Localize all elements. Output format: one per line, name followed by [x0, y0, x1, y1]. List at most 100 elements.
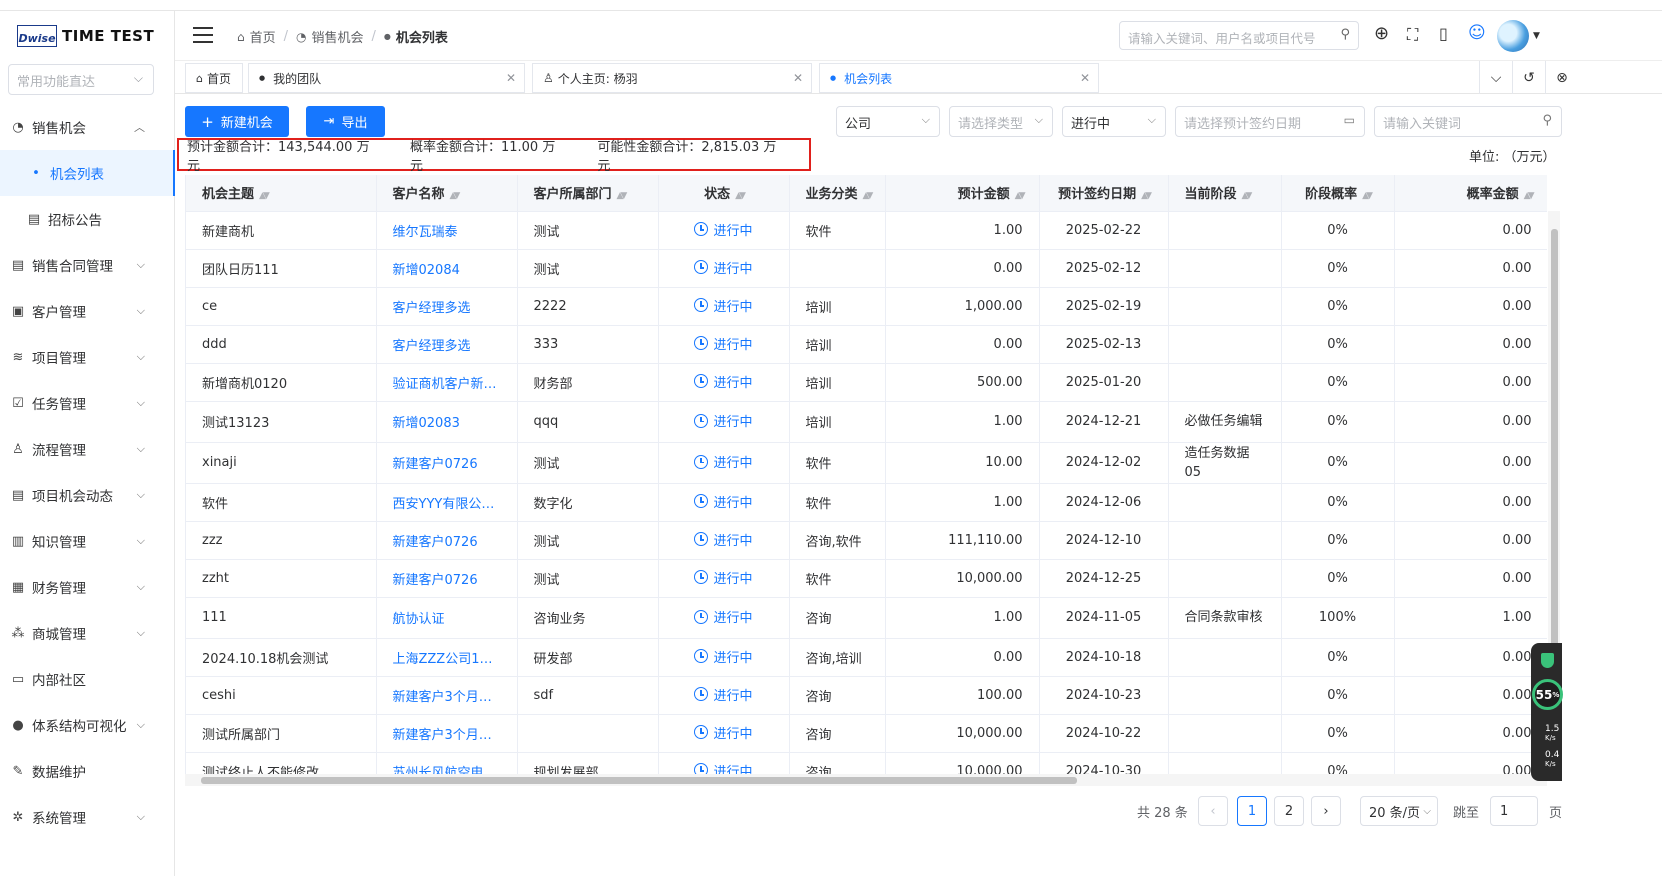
sidebar-item[interactable]: ✎ 数据维护	[0, 748, 175, 794]
caret-down-icon[interactable]: ▼	[1533, 31, 1540, 41]
sidebar-item[interactable]: ▭ 内部社区	[0, 656, 175, 702]
sidebar-item[interactable]: • 机会列表	[0, 150, 175, 196]
table-row[interactable]: zzz 新建客户0726 测试 进行中 咨询,软件 111,110.00 2024-12-1…	[186, 521, 1547, 560]
sort-icon[interactable]: ▲▼	[617, 191, 628, 201]
sidebar-item[interactable]: ▤ 项目机会动态 ⌵	[0, 472, 175, 518]
customer-link[interactable]: 上海ZZZ公司1…	[376, 638, 518, 677]
sort-icon[interactable]: ▲▼	[1242, 191, 1253, 201]
tab-personal-home[interactable]: ♙ 个人主页: 杨羽 ✕	[532, 63, 812, 93]
sidebar-item[interactable]: ◔ 销售机会 ︿	[0, 104, 175, 150]
table-row[interactable]: ce 客户经理多选 2222 进行中 培训 1,000.00 2025-02-19 0% 0.0…	[186, 287, 1547, 326]
sidebar-item[interactable]: ≋ 项目管理 ⌵	[0, 334, 175, 380]
table-row[interactable]: 团队日历111 新增02084 测试 进行中 0.00 2025-02-12 0% 0.00	[186, 249, 1547, 288]
table-row[interactable]: 测试13123 新增02083 qqq 进行中 培训 1.00 2024-12-21 必做任务…	[186, 401, 1547, 443]
customer-link[interactable]: 苏州长风航空电…	[376, 752, 518, 776]
sidebar-item[interactable]: ☑ 任务管理 ⌵	[0, 380, 175, 426]
sort-icon[interactable]: ▲▼	[1524, 191, 1535, 201]
prev-page-icon[interactable]: ‹	[1198, 796, 1228, 826]
customer-link[interactable]: 客户经理多选	[376, 325, 518, 364]
sort-icon[interactable]: ▲▼	[1141, 191, 1152, 201]
sort-icon[interactable]: ▲▼	[1362, 191, 1373, 201]
sidebar-item[interactable]: ✲ 系统管理 ⌵	[0, 794, 175, 840]
customer-link[interactable]: 新建客户3个月…	[376, 676, 518, 715]
table-row[interactable]: zzht 新建客户0726 测试 进行中 软件 10,000.00 2024-12-25 0%…	[186, 559, 1547, 598]
customer-link[interactable]: 新建客户0726	[376, 442, 518, 484]
sign-date-picker[interactable]: 请选择预计签约日期 ▭	[1175, 106, 1365, 137]
chevron-down-icon[interactable]: ⌵	[1479, 61, 1512, 94]
table-row[interactable]: ceshi 新建客户3个月… sdf 进行中 咨询 100.00 2024-10-23 0% 0…	[186, 676, 1547, 715]
customer-link[interactable]: 新建客户0726	[376, 559, 518, 598]
search-icon[interactable]: ⚲	[1340, 27, 1350, 42]
column-header[interactable]: 机会主题 ▲▼	[186, 175, 377, 212]
customer-link[interactable]: 新增02084	[376, 249, 518, 288]
column-header[interactable]: 预计金额 ▲▼	[885, 175, 1040, 212]
column-header[interactable]: 概率金额 ▲▼	[1394, 175, 1547, 212]
sort-icon[interactable]: ▲▼	[259, 191, 270, 201]
sort-icon[interactable]: ▲▼	[450, 191, 461, 201]
customer-link[interactable]: 客户经理多选	[376, 287, 518, 326]
column-header[interactable]: 客户所属部门 ▲▼	[517, 175, 659, 212]
keyword-input[interactable]: 请输入关键词 ⚲	[1374, 106, 1562, 137]
table-row[interactable]: 111 航协认证 咨询业务 进行中 咨询 1.00 2024-11-05 合同条款审核 100%…	[186, 597, 1547, 639]
avatar[interactable]	[1497, 20, 1529, 52]
table-row[interactable]: 测试所属部门 新建客户3个月… 进行中 咨询 10,000.00 2024-10-22 0%…	[186, 714, 1547, 753]
export-button[interactable]: ⇥ 导出	[306, 106, 385, 137]
customer-link[interactable]: 新增02083	[376, 401, 518, 443]
network-monitor-widget[interactable]: 55% 1.5 K/s 0.4 K/s	[1531, 643, 1563, 781]
table-row[interactable]: 新建商机 维尔瓦瑞泰 测试 进行中 软件 1.00 2025-02-22 0% 0.00	[186, 211, 1547, 250]
new-opportunity-button[interactable]: + 新建机会	[185, 106, 289, 137]
close-icon[interactable]: ✕	[1080, 71, 1090, 85]
sidebar-item[interactable]: ▥ 知识管理 ⌵	[0, 518, 175, 564]
menu-toggle-icon[interactable]	[193, 27, 213, 43]
company-select[interactable]: 公司 ⌵	[836, 106, 940, 137]
table-row[interactable]: 软件 西安YYY有限公… 数字化 进行中 软件 1.00 2024-12-06 0% 0.00	[186, 483, 1547, 522]
tab-my-team[interactable]: ● 我的团队 ✕	[248, 63, 525, 93]
table-row[interactable]: ddd 客户经理多选 333 进行中 培训 0.00 2025-02-13 0% 0.00	[186, 325, 1547, 364]
sidebar-item[interactable]: ▦ 财务管理 ⌵	[0, 564, 175, 610]
close-circle-icon[interactable]: ⊗	[1545, 61, 1578, 94]
breadcrumb-home[interactable]: 首页	[250, 27, 276, 46]
table-row[interactable]: 2024.10.18机会测试 上海ZZZ公司1… 研发部 进行中 咨询,培训 0.00 20…	[186, 638, 1547, 677]
page-1[interactable]: 1	[1237, 796, 1267, 826]
column-header[interactable]: 状态 ▲▼	[658, 175, 790, 212]
horizontal-scrollbar[interactable]	[185, 774, 1547, 786]
sort-icon[interactable]: ▲▼	[735, 191, 746, 201]
column-header[interactable]: 阶段概率 ▲▼	[1281, 175, 1395, 212]
add-circle-icon[interactable]: ⊕	[1374, 23, 1389, 44]
next-page-icon[interactable]: ›	[1311, 796, 1341, 826]
table-row[interactable]: 新增商机0120 验证商机客户新… 财务部 进行中 培训 500.00 2025-01-20…	[186, 363, 1547, 402]
sidebar-item[interactable]: ▣ 客户管理 ⌵	[0, 288, 175, 334]
breadcrumb-sales[interactable]: 销售机会	[312, 27, 364, 46]
customer-link[interactable]: 航协认证	[376, 597, 518, 639]
history-icon[interactable]: ↺	[1512, 61, 1545, 94]
status-select[interactable]: 进行中 ⌵	[1062, 106, 1166, 137]
page-2[interactable]: 2	[1274, 796, 1304, 826]
global-search-input[interactable]: 请输入关键词、用户名或项目代号 ⚲	[1119, 21, 1359, 50]
mobile-icon[interactable]: ▯	[1439, 24, 1448, 43]
robot-icon[interactable]: ☺	[1468, 23, 1486, 43]
customer-link[interactable]: 新建客户0726	[376, 521, 518, 560]
close-icon[interactable]: ✕	[506, 71, 516, 85]
customer-link[interactable]: 验证商机客户新…	[376, 363, 518, 402]
customer-link[interactable]: 维尔瓦瑞泰	[376, 211, 518, 250]
sort-icon[interactable]: ▲▼	[1015, 191, 1026, 201]
table-row[interactable]: 测试终止人不能修改 苏州长风航空电… 规划发展部 进行中 咨询 10,000.00 2024…	[186, 752, 1547, 776]
column-header[interactable]: 客户名称 ▲▼	[376, 175, 518, 212]
column-header[interactable]: 当前阶段 ▲▼	[1168, 175, 1282, 212]
table-row[interactable]: xinaji 新建客户0726 测试 进行中 软件 10.00 2024-12-02 造任务数…	[186, 442, 1547, 484]
type-select[interactable]: 请选择类型 ⌵	[949, 106, 1053, 137]
column-header[interactable]: 预计签约日期 ▲▼	[1039, 175, 1169, 212]
jump-input[interactable]: 1	[1490, 796, 1538, 826]
sidebar-item[interactable]: ● 体系结构可视化 ⌵	[0, 702, 175, 748]
customer-link[interactable]: 西安YYY有限公…	[376, 483, 518, 522]
tab-opportunity-list[interactable]: ● 机会列表 ✕	[819, 63, 1099, 93]
column-header[interactable]: 业务分类 ▲▼	[789, 175, 886, 212]
close-icon[interactable]: ✕	[793, 71, 803, 85]
fullscreen-icon[interactable]: ⛶	[1407, 25, 1418, 45]
sidebar-item[interactable]: ♙ 流程管理 ⌵	[0, 426, 175, 472]
sort-icon[interactable]: ▲▼	[863, 191, 874, 201]
page-size-select[interactable]: 20 条/页 ⌵	[1360, 796, 1438, 826]
sidebar-item[interactable]: ▤ 销售合同管理 ⌵	[0, 242, 175, 288]
quick-access-select[interactable]: 常用功能直达 ⌵	[8, 64, 154, 95]
customer-link[interactable]: 新建客户3个月…	[376, 714, 518, 753]
